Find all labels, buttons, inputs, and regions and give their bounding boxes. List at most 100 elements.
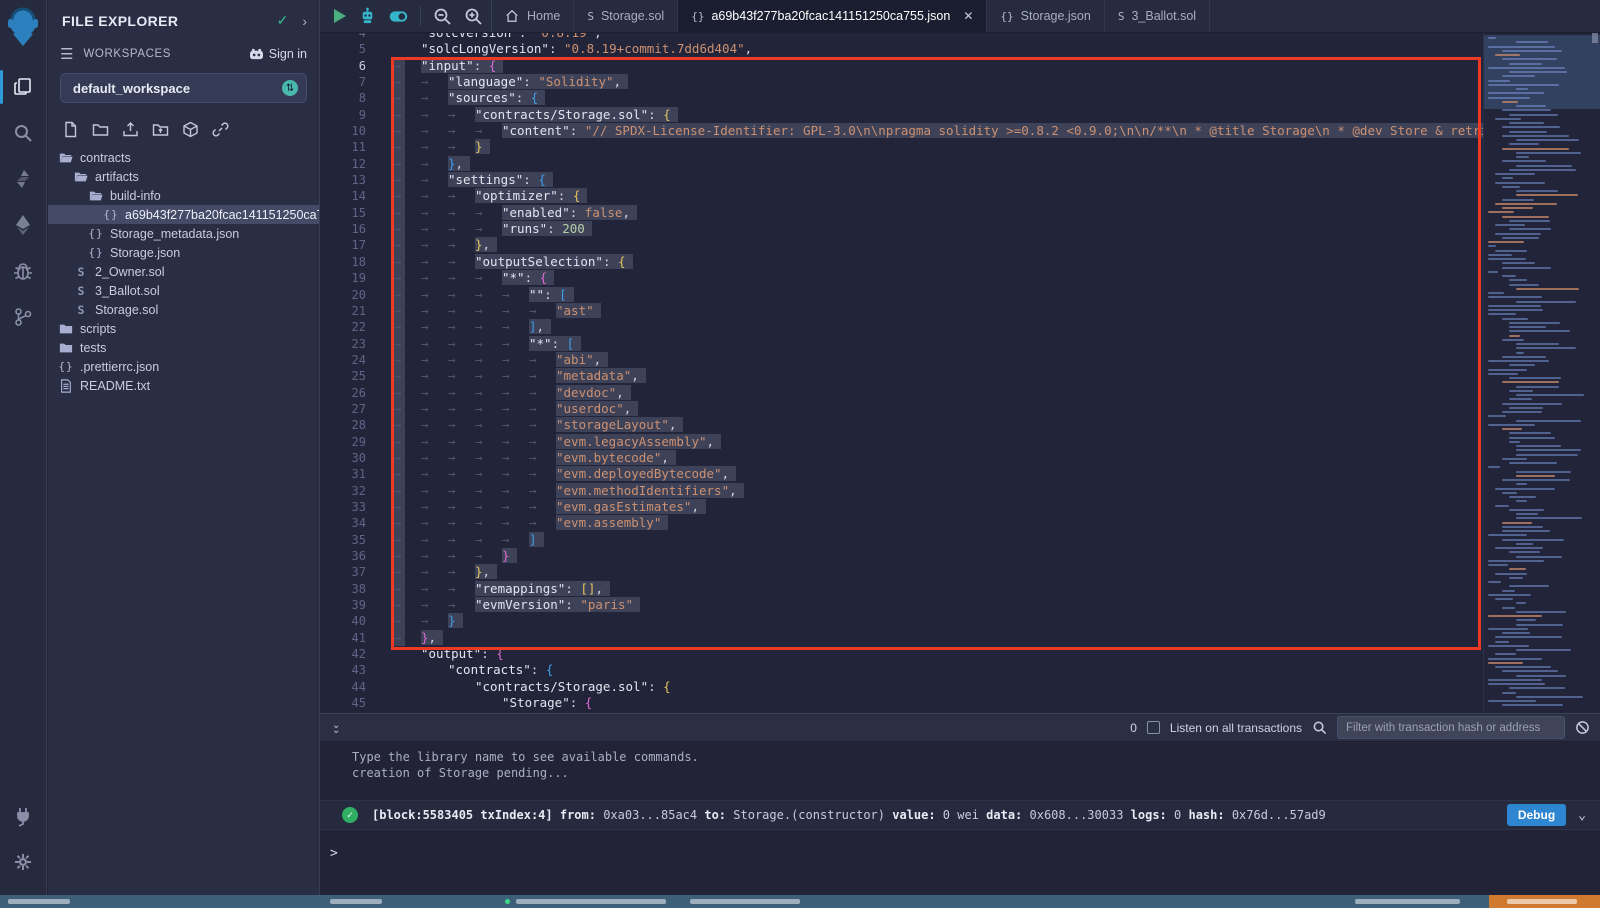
code-line-18[interactable]: 18→→→"outputSelection": { bbox=[320, 254, 1481, 270]
zoom-in-icon[interactable] bbox=[464, 7, 483, 26]
remix-logo[interactable] bbox=[3, 6, 43, 50]
debugger-icon[interactable] bbox=[0, 248, 47, 294]
code-line-28[interactable]: 28→→→→→→"storageLayout", bbox=[320, 417, 1481, 433]
code-line-7[interactable]: 7→→"language": "Solidity", bbox=[320, 74, 1481, 90]
code-line-9[interactable]: 9→→→"contracts/Storage.sol": { bbox=[320, 107, 1481, 123]
code-line-25[interactable]: 25→→→→→→"metadata", bbox=[320, 368, 1481, 384]
code-line-29[interactable]: 29→→→→→→"evm.legacyAssembly", bbox=[320, 434, 1481, 450]
code-line-36[interactable]: 36→→→→} bbox=[320, 548, 1481, 564]
code-line-10[interactable]: 10→→→→"content": "// SPDX-License-Identi… bbox=[320, 123, 1481, 139]
new-file-icon[interactable] bbox=[62, 121, 79, 138]
code-line-44[interactable]: 44 "contracts/Storage.sol": { bbox=[320, 679, 1481, 695]
code-line-22[interactable]: 22→→→→→], bbox=[320, 319, 1481, 335]
code-line-15[interactable]: 15→→→→"enabled": false, bbox=[320, 205, 1481, 221]
code-line-43[interactable]: 43 "contracts": { bbox=[320, 662, 1481, 678]
code-line-42[interactable]: 42 "output": { bbox=[320, 646, 1481, 662]
tab-storage-sol[interactable]: SStorage.sol bbox=[574, 0, 678, 32]
tree-item-a69b43f277ba20fcac141151250ca7-[interactable]: {}a69b43f277ba20fcac141151250ca7... bbox=[48, 205, 319, 224]
workspace-switch-icon[interactable]: ⇅ bbox=[282, 80, 298, 96]
code-line-35[interactable]: 35→→→→→] bbox=[320, 532, 1481, 548]
tree-item-contracts[interactable]: contracts bbox=[48, 148, 319, 167]
code-line-26[interactable]: 26→→→→→→"devdoc", bbox=[320, 385, 1481, 401]
code-line-31[interactable]: 31→→→→→→"evm.deployedBytecode", bbox=[320, 466, 1481, 482]
tab-storage-json[interactable]: {}Storage.json bbox=[987, 0, 1104, 32]
tree-item-storage-json[interactable]: {}Storage.json bbox=[48, 243, 319, 262]
close-tab-icon[interactable]: ✕ bbox=[963, 9, 973, 23]
code-line-41[interactable]: 41→}, bbox=[320, 630, 1481, 646]
code-line-33[interactable]: 33→→→→→→"evm.gasEstimates", bbox=[320, 499, 1481, 515]
code-line-19[interactable]: 19→→→→"*": { bbox=[320, 270, 1481, 286]
minimap[interactable] bbox=[1483, 33, 1600, 713]
tree-item-3-ballot-sol[interactable]: S3_Ballot.sol bbox=[48, 281, 319, 300]
ipfs-box-icon[interactable] bbox=[182, 121, 199, 138]
tree-item-build-info[interactable]: build-info bbox=[48, 186, 319, 205]
minimap-slider[interactable] bbox=[1592, 33, 1598, 43]
upload-file-icon[interactable] bbox=[122, 121, 139, 138]
code-line-4[interactable]: 4 "solcVersion": "0.8.19", bbox=[320, 33, 1481, 41]
code-line-13[interactable]: 13→→"settings": { bbox=[320, 172, 1481, 188]
tree-item-artifacts[interactable]: artifacts bbox=[48, 167, 319, 186]
code-line-5[interactable]: 5 "solcLongVersion": "0.8.19+commit.7dd6… bbox=[320, 41, 1481, 57]
code-line-23[interactable]: 23→→→→→"*": [ bbox=[320, 336, 1481, 352]
code-line-32[interactable]: 32→→→→→→"evm.methodIdentifiers", bbox=[320, 483, 1481, 499]
search-icon[interactable] bbox=[0, 110, 47, 156]
tree-item-tests[interactable]: tests bbox=[48, 338, 319, 357]
tree-item--prettierrc-json[interactable]: {}.prettierrc.json bbox=[48, 357, 319, 376]
listen-checkbox[interactable] bbox=[1147, 721, 1160, 734]
transaction-filter-input[interactable] bbox=[1337, 716, 1565, 739]
tab-home[interactable]: Home bbox=[492, 0, 574, 32]
debug-button[interactable]: Debug bbox=[1507, 804, 1566, 826]
code-line-24[interactable]: 24→→→→→→"abi", bbox=[320, 352, 1481, 368]
code-line-39[interactable]: 39→→→"evmVersion": "paris" bbox=[320, 597, 1481, 613]
code-line-12[interactable]: 12→→}, bbox=[320, 156, 1481, 172]
terminal-prompt[interactable]: > bbox=[320, 830, 1600, 861]
code-line-37[interactable]: 37→→→}, bbox=[320, 564, 1481, 580]
code-line-30[interactable]: 30→→→→→→"evm.bytecode", bbox=[320, 450, 1481, 466]
code-line-14[interactable]: 14→→→"optimizer": { bbox=[320, 188, 1481, 204]
statusbar-alert-badge[interactable] bbox=[1489, 895, 1600, 908]
workspace-select[interactable]: default_workspace ⇅ bbox=[60, 73, 307, 103]
code-line-17[interactable]: 17→→→}, bbox=[320, 237, 1481, 253]
tree-item-scripts[interactable]: scripts bbox=[48, 319, 319, 338]
code-line-20[interactable]: 20→→→→→"": [ bbox=[320, 287, 1481, 303]
code-line-34[interactable]: 34→→→→→→"evm.assembly" bbox=[320, 515, 1481, 531]
new-folder-icon[interactable] bbox=[92, 121, 109, 138]
ai-assistant-icon[interactable] bbox=[358, 7, 377, 26]
code-line-11[interactable]: 11→→→} bbox=[320, 139, 1481, 155]
tab-a69b43f277ba20fcac141151250ca755-json[interactable]: {}a69b43f277ba20fcac141151250ca755.json✕ bbox=[678, 0, 987, 32]
tx-expand-icon[interactable]: ⌄ bbox=[1578, 808, 1586, 823]
code-line-27[interactable]: 27→→→→→→"userdoc", bbox=[320, 401, 1481, 417]
code-line-45[interactable]: 45 "Storage": { bbox=[320, 695, 1481, 711]
zoom-out-icon[interactable] bbox=[433, 7, 452, 26]
deploy-run-icon[interactable] bbox=[0, 202, 47, 248]
statusbar-fragment[interactable] bbox=[8, 899, 70, 904]
link-icon[interactable] bbox=[212, 121, 229, 138]
settings-icon[interactable] bbox=[0, 839, 47, 885]
code-editor[interactable]: 4 "solcVersion": "0.8.19",5 "solcLongVer… bbox=[320, 33, 1600, 713]
code-line-6[interactable]: 6→"input": { bbox=[320, 58, 1481, 74]
tab-3-ballot-sol[interactable]: S3_Ballot.sol bbox=[1105, 0, 1210, 32]
tree-item-readme-txt[interactable]: README.txt bbox=[48, 376, 319, 395]
solidity-compiler-icon[interactable] bbox=[0, 156, 47, 202]
code-line-16[interactable]: 16→→→→"runs": 200 bbox=[320, 221, 1481, 237]
tree-item-storage-sol[interactable]: SStorage.sol bbox=[48, 300, 319, 319]
tree-item-2-owner-sol[interactable]: S2_Owner.sol bbox=[48, 262, 319, 281]
transaction-row[interactable]: ✓ [block:5583405 txIndex:4] from: 0xa03.… bbox=[320, 800, 1600, 830]
code-line-40[interactable]: 40→→} bbox=[320, 613, 1481, 629]
code-line-38[interactable]: 38→→→"remappings": [], bbox=[320, 581, 1481, 597]
code-line-21[interactable]: 21→→→→→→"ast" bbox=[320, 303, 1481, 319]
hamburger-menu-icon[interactable]: ☰ bbox=[60, 45, 73, 63]
upload-folder-icon[interactable] bbox=[152, 121, 169, 138]
tree-item-storage-metadata-json[interactable]: {}Storage_metadata.json bbox=[48, 224, 319, 243]
chevron-right-icon[interactable]: › bbox=[302, 13, 307, 29]
sign-in-button[interactable]: Sign in bbox=[249, 47, 307, 61]
run-script-icon[interactable] bbox=[334, 9, 346, 23]
file-explorer-icon[interactable] bbox=[0, 64, 47, 110]
git-icon[interactable] bbox=[0, 294, 47, 340]
clear-console-icon[interactable] bbox=[1575, 720, 1590, 735]
copilot-toggle-icon[interactable] bbox=[389, 7, 408, 26]
terminal-search-icon[interactable] bbox=[1312, 720, 1327, 735]
plugin-manager-icon[interactable] bbox=[0, 793, 47, 839]
code-line-8[interactable]: 8→→"sources": { bbox=[320, 90, 1481, 106]
collapse-terminal-icon[interactable]: ⌄⌄ bbox=[332, 723, 340, 733]
